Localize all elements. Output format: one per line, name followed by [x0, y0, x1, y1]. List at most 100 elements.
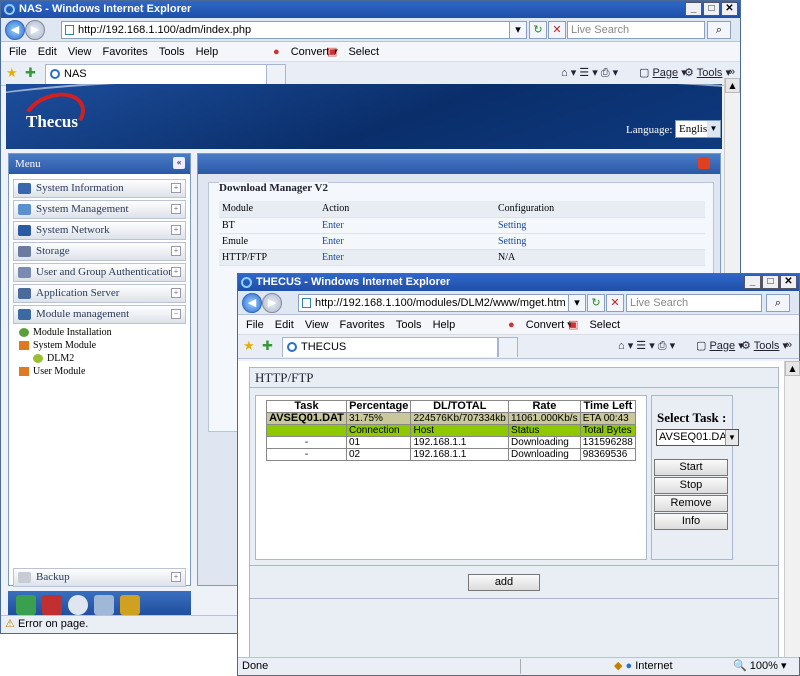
- dock-settings-icon[interactable]: [68, 595, 88, 615]
- dock-tools-icon[interactable]: [94, 595, 114, 615]
- tools-menu-label: Tools: [753, 340, 780, 352]
- menu-file[interactable]: File: [246, 315, 264, 335]
- header-configuration: Configuration: [495, 201, 665, 218]
- menu-file[interactable]: File: [9, 42, 27, 62]
- expand-icon[interactable]: +: [171, 572, 181, 582]
- maximize-button[interactable]: □: [762, 275, 779, 289]
- task-row[interactable]: AVSEQ01.DAT 31.75% 224576Kb/707334kb 110…: [266, 412, 637, 425]
- subheader-status: Status: [508, 424, 581, 437]
- tools-menu[interactable]: ⚙ Tools ▾: [741, 339, 788, 352]
- mget-url-field[interactable]: http://192.168.1.100/modules/DLM2/www/mg…: [298, 294, 582, 312]
- sidebar-item-system-management[interactable]: System Management +: [13, 200, 186, 219]
- minimize-button[interactable]: _: [744, 275, 761, 289]
- url-dropdown-icon[interactable]: ▾: [509, 21, 527, 39]
- sidebar-item-backup[interactable]: Backup +: [13, 568, 186, 587]
- close-button[interactable]: ✕: [721, 2, 738, 16]
- setting-link[interactable]: Setting: [495, 217, 665, 234]
- enter-link[interactable]: Enter: [319, 233, 495, 250]
- storage-icon: [18, 246, 31, 257]
- sidebar-item-system-network[interactable]: System Network +: [13, 221, 186, 240]
- zoom-control[interactable]: 🔍 100% ▾: [733, 658, 786, 675]
- expand-icon[interactable]: +: [171, 267, 181, 277]
- home-icon[interactable]: ⌂ ▾ ☰ ▾ ⎙ ▾: [618, 339, 675, 353]
- close-button[interactable]: ✕: [780, 275, 797, 289]
- sidebar-item-system-information[interactable]: System Information +: [13, 179, 186, 198]
- sidebar-item-user-group-auth[interactable]: User and Group Authentication +: [13, 263, 186, 282]
- tree-item-module-installation[interactable]: Module Installation: [17, 326, 190, 339]
- tree-item-dlm2[interactable]: DLM2: [17, 352, 190, 365]
- refresh-icon[interactable]: ↻: [587, 294, 605, 312]
- menu-favorites[interactable]: Favorites: [340, 315, 385, 335]
- page-menu[interactable]: ▢ Page ▾: [639, 66, 687, 79]
- scroll-up-icon[interactable]: ▲: [785, 361, 800, 376]
- add-button[interactable]: add: [468, 574, 540, 591]
- menu-help[interactable]: Help: [433, 315, 456, 335]
- expand-icon[interactable]: +: [171, 246, 181, 256]
- home-icon[interactable]: ⌂ ▾ ☰ ▾ ⎙ ▾: [561, 66, 618, 80]
- minimize-button[interactable]: _: [685, 2, 702, 16]
- search-icon[interactable]: ⌕: [766, 294, 790, 312]
- sidebar-item-storage[interactable]: Storage +: [13, 242, 186, 261]
- menu-edit[interactable]: Edit: [38, 42, 57, 62]
- enter-link[interactable]: Enter: [319, 217, 495, 234]
- enter-link[interactable]: Enter: [319, 249, 495, 266]
- page-menu[interactable]: ▢ Page ▾: [696, 339, 744, 352]
- menu-edit[interactable]: Edit: [275, 315, 294, 335]
- menu-help[interactable]: Help: [196, 42, 219, 62]
- add-favorites-icon[interactable]: ✚: [262, 338, 273, 354]
- stop-icon[interactable]: ✕: [548, 21, 566, 39]
- menu-tools[interactable]: Tools: [159, 42, 185, 62]
- remove-button[interactable]: Remove: [654, 495, 728, 512]
- maximize-button[interactable]: □: [703, 2, 720, 16]
- tab-label: NAS: [64, 68, 87, 80]
- nas-url-field[interactable]: http://192.168.1.100/adm/index.php: [61, 21, 523, 39]
- stop-button[interactable]: Stop: [654, 477, 728, 494]
- menu-tools[interactable]: Tools: [396, 315, 422, 335]
- menu-favorites[interactable]: Favorites: [103, 42, 148, 62]
- nas-search-input[interactable]: Live Search: [567, 21, 705, 39]
- url-dropdown-icon[interactable]: ▾: [568, 294, 586, 312]
- dock-users-icon[interactable]: [120, 595, 140, 615]
- favorites-star-icon[interactable]: ★: [243, 338, 255, 354]
- expand-icon[interactable]: +: [171, 225, 181, 235]
- mget-search-input[interactable]: Live Search: [626, 294, 762, 312]
- refresh-icon[interactable]: ↻: [529, 21, 547, 39]
- nas-tab[interactable]: NAS: [45, 64, 267, 84]
- favorites-star-icon[interactable]: ★: [6, 65, 18, 81]
- expand-icon[interactable]: +: [171, 204, 181, 214]
- scroll-up-icon[interactable]: ▲: [725, 78, 740, 93]
- search-icon[interactable]: ⌕: [707, 21, 731, 39]
- back-icon[interactable]: ◀: [5, 20, 25, 40]
- back-icon[interactable]: ◀: [242, 293, 262, 313]
- expand-icon[interactable]: +: [171, 288, 181, 298]
- sidebar-item-module-management[interactable]: Module management −: [13, 305, 186, 324]
- forward-icon[interactable]: ▶: [262, 293, 282, 313]
- info-button[interactable]: Info: [654, 513, 728, 530]
- stop-icon[interactable]: ✕: [606, 294, 624, 312]
- start-button[interactable]: Start: [654, 459, 728, 476]
- dock-shutdown-icon[interactable]: [42, 595, 62, 615]
- select-button[interactable]: ▣ Select: [319, 42, 379, 62]
- select-button[interactable]: ▣ Select: [560, 315, 620, 335]
- expand-icon[interactable]: +: [171, 183, 181, 193]
- thecus-tab[interactable]: THECUS: [282, 337, 498, 357]
- menu-view[interactable]: View: [305, 315, 329, 335]
- new-tab-button[interactable]: [498, 337, 518, 357]
- collapse-icon[interactable]: «: [173, 157, 185, 169]
- language-select[interactable]: English ▼: [675, 120, 721, 138]
- new-tab-button[interactable]: [266, 64, 286, 84]
- forward-icon[interactable]: ▶: [25, 20, 45, 40]
- logout-icon[interactable]: [698, 157, 710, 169]
- sidebar-item-application-server[interactable]: Application Server +: [13, 284, 186, 303]
- collapse-item-icon[interactable]: −: [171, 309, 181, 319]
- select-task-dropdown[interactable]: AVSEQ01.DAT ▼: [656, 429, 739, 446]
- mget-vertical-scrollbar[interactable]: ▲: [784, 361, 800, 657]
- tree-item-user-module[interactable]: User Module: [17, 365, 190, 378]
- add-favorites-icon[interactable]: ✚: [25, 65, 36, 81]
- menu-view[interactable]: View: [68, 42, 92, 62]
- tree-item-system-module[interactable]: System Module: [17, 339, 190, 352]
- setting-link[interactable]: Setting: [495, 233, 665, 250]
- chevron-icon[interactable]: »: [786, 339, 792, 351]
- dock-disk-icon[interactable]: [16, 595, 36, 615]
- chevron-icon[interactable]: »: [729, 66, 735, 78]
